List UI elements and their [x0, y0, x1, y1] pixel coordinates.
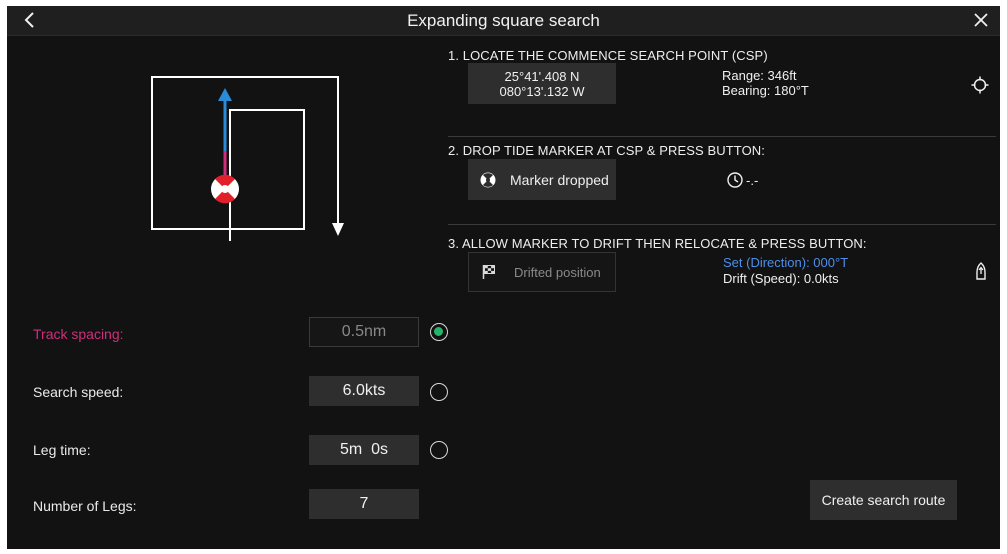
- csp-longitude: 080°13'.132 W: [499, 84, 585, 99]
- divider: [448, 136, 996, 137]
- track-spacing-label: Track spacing:: [33, 326, 124, 342]
- number-of-legs-label: Number of Legs:: [33, 498, 137, 514]
- csp-latitude: 25°41'.408 N: [504, 69, 580, 84]
- page-title: Expanding square search: [407, 11, 600, 30]
- bearing-readout: Bearing: 180°T: [722, 83, 809, 98]
- step3-heading: 3. ALLOW MARKER TO DRIFT THEN RELOCATE &…: [448, 236, 867, 251]
- step2-heading: 2. DROP TIDE MARKER AT CSP & PRESS BUTTO…: [448, 143, 766, 158]
- timer-value: -.-: [746, 172, 759, 188]
- close-icon: [974, 13, 988, 27]
- lifebuoy-icon: [480, 172, 496, 187]
- csp-position-button[interactable]: 25°41'.408 N 080°13'.132 W: [468, 63, 616, 104]
- drifted-position-label: Drifted position: [514, 264, 601, 280]
- search-pattern-diagram: [151, 76, 344, 241]
- drifted-position-button[interactable]: Drifted position: [468, 252, 616, 292]
- app-window: Expanding square search Track spacing: 0…: [7, 6, 1000, 549]
- clock-icon: [727, 172, 743, 188]
- checkered-flag-icon: [482, 265, 495, 279]
- track-spacing-radio[interactable]: [430, 323, 448, 341]
- timer-readout: -.-: [727, 172, 758, 188]
- number-of-legs-field[interactable]: 7: [309, 489, 419, 519]
- search-speed-field[interactable]: 6.0kts: [309, 376, 419, 406]
- marker-dropped-label: Marker dropped: [510, 171, 609, 188]
- step1-heading: 1. LOCATE THE COMMENCE SEARCH POINT (CSP…: [448, 48, 768, 63]
- crosshair-icon: [971, 76, 989, 94]
- leg-time-label: Leg time:: [33, 442, 91, 458]
- leg-time-radio[interactable]: [430, 441, 448, 459]
- radio-selected-dot: [434, 327, 443, 336]
- create-search-route-button[interactable]: Create search route: [810, 480, 957, 520]
- marker-dropped-button[interactable]: Marker dropped: [468, 159, 616, 200]
- tide-marker-icon: [211, 174, 239, 204]
- close-button[interactable]: [968, 7, 994, 33]
- track-arrowhead: [218, 88, 232, 101]
- vessel-position-button[interactable]: [969, 259, 993, 283]
- search-speed-label: Search speed:: [33, 384, 124, 400]
- range-readout: Range: 346ft: [722, 68, 797, 83]
- track-spacing-field[interactable]: 0.5nm: [309, 317, 419, 347]
- locate-csp-button[interactable]: [968, 73, 992, 97]
- leg-time-field[interactable]: 5m 0s: [309, 435, 419, 465]
- search-path: [151, 76, 339, 241]
- vessel-icon: [976, 262, 986, 280]
- path-end-arrow: [332, 223, 344, 236]
- divider: [448, 224, 996, 225]
- search-speed-radio[interactable]: [430, 383, 448, 401]
- drift-speed-readout: Drift (Speed): 0.0kts: [723, 271, 839, 286]
- set-direction-readout: Set (Direction): 000°T: [723, 255, 849, 270]
- title-bar: Expanding square search: [7, 6, 1000, 36]
